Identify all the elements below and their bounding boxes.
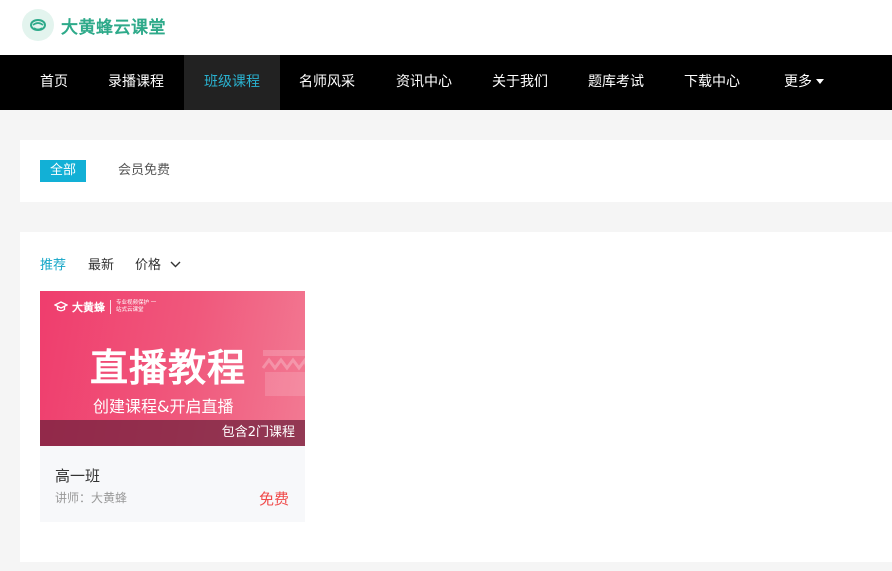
nav-item-downloads[interactable]: 下载中心 [668,55,756,110]
sort-newest[interactable]: 最新 [88,254,114,273]
course-count-label: 包含2门课程 [221,425,295,440]
course-card[interactable]: 大黄蜂 专业视频保护 一站式云课堂 直播教程 创建课程&开启直播 包含2门课程 … [40,291,305,522]
thumbnail-subtitle: 创建课程&开启直播 [93,397,234,416]
category-filter-panel: 全部 会员免费 [20,140,892,202]
caret-down-icon [816,78,824,84]
nav-item-news[interactable]: 资讯中心 [380,55,468,110]
filter-all[interactable]: 全部 [40,160,87,182]
logo-icon [22,9,54,41]
nav-item-class-courses[interactable]: 班级课程 [184,55,280,110]
nav-item-recorded-courses[interactable]: 录播课程 [92,55,180,110]
thumbnail-divider [110,300,111,314]
course-title[interactable]: 高一班 [55,465,100,486]
chevron-down-icon [170,261,181,267]
site-logo[interactable]: 大黄蜂云课堂 [22,9,166,41]
sort-recommend[interactable]: 推荐 [40,254,66,273]
nav-item-exams[interactable]: 题库考试 [572,55,660,110]
shop-decoration-icon [261,350,305,396]
main-nav: 首页 录播课程 班级课程 名师风采 资讯中心 关于我们 题库考试 下载中心 更多 [0,55,892,110]
graduation-cap-icon [54,301,68,312]
nav-item-more[interactable]: 更多 [772,55,836,110]
course-list-panel: 推荐 最新 价格 大黄蜂 专业视频保护 一站式云课堂 直播教程 创建课程&开启直… [20,232,892,562]
nav-more-label: 更多 [784,74,812,90]
nav-item-home[interactable]: 首页 [22,55,86,110]
thumbnail-course-count-bar: 包含2门课程 [40,420,305,446]
thumbnail-brand: 大黄蜂 专业视频保护 一站式云课堂 [54,299,160,315]
filter-member-free[interactable]: 会员免费 [108,160,180,182]
nav-item-teachers[interactable]: 名师风采 [285,55,369,110]
thumbnail-slogan: 专业视频保护 一站式云课堂 [116,300,157,313]
course-price: 免费 [258,490,289,508]
thumbnail-brand-name: 大黄蜂 [72,301,105,314]
course-lecturer: 讲师：大黄蜂 [55,491,128,505]
thumbnail-title: 直播教程 [90,346,247,390]
logo-text: 大黄蜂云课堂 [61,17,166,38]
sort-price[interactable]: 价格 [135,254,181,273]
site-header: 大黄蜂云课堂 [0,0,892,55]
nav-item-about[interactable]: 关于我们 [476,55,564,110]
sort-price-label: 价格 [135,258,162,273]
course-thumbnail: 大黄蜂 专业视频保护 一站式云课堂 直播教程 创建课程&开启直播 包含2门课程 [40,291,305,446]
